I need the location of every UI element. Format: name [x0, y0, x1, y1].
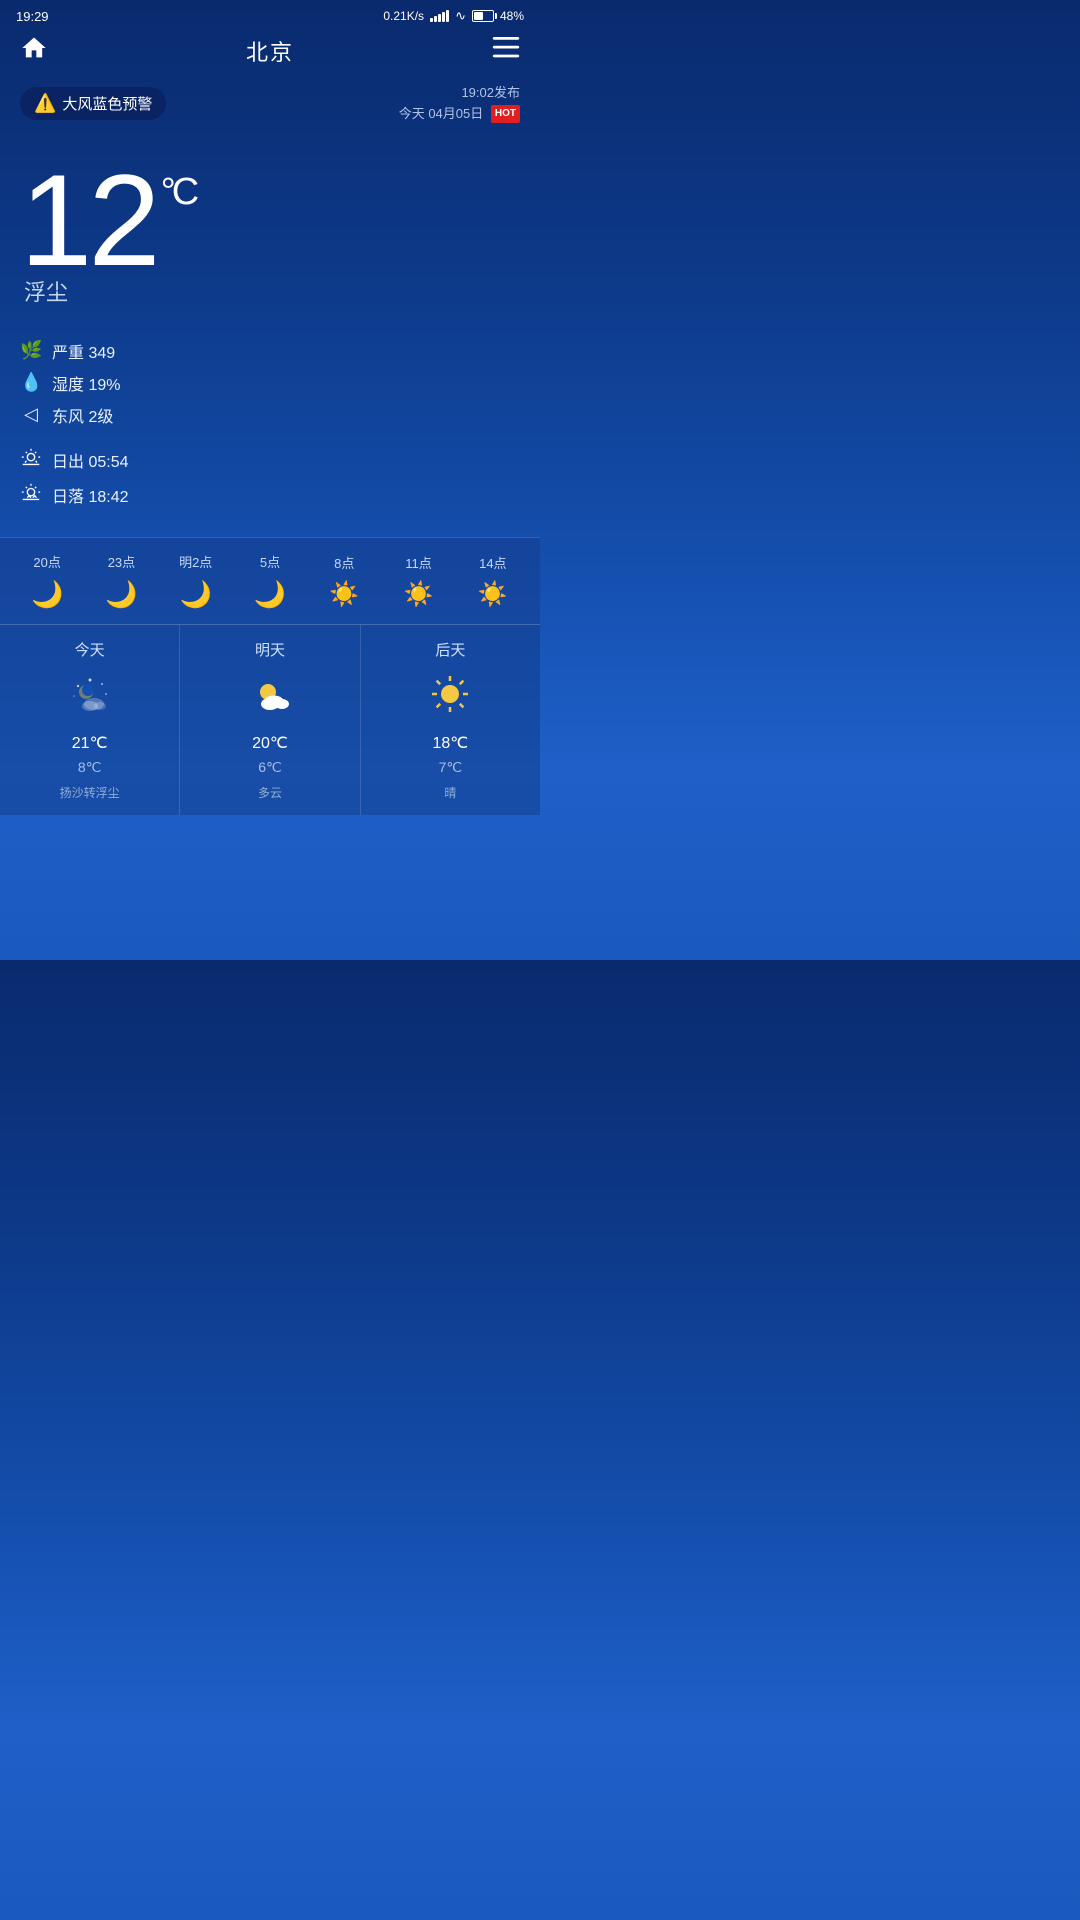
- big-temperature: 12 °C: [20, 155, 520, 285]
- hour-time-4: 8点: [334, 553, 354, 572]
- hour-time-6: 14点: [479, 553, 506, 572]
- aqi-label: 严重 349: [52, 339, 115, 363]
- hour-item-1: 23点 🌙: [91, 552, 151, 610]
- day-desc-aftertomorrow: 晴: [444, 784, 456, 801]
- day-item-aftertomorrow: 后天 18℃ 7℃ 晴: [361, 625, 540, 815]
- city-title: 北京: [246, 35, 294, 67]
- sun-icon-5: ☀️: [404, 580, 434, 609]
- day-icon-tomorrow: [248, 672, 292, 723]
- stats-section: 🌿 严重 349 💧 湿度 19% ◁ 东风 2级 日出 05:54: [0, 333, 540, 537]
- sunset-icon: [20, 482, 42, 509]
- app-header: 北京: [0, 28, 540, 77]
- day-label-aftertomorrow: 后天: [435, 639, 465, 660]
- home-button[interactable]: [20, 34, 48, 67]
- humidity-icon: 💧: [20, 372, 42, 393]
- hour-time-3: 5点: [260, 552, 280, 571]
- status-bar: 19:29 0.21K/s ∿ 48%: [0, 0, 540, 28]
- wind-stat: ◁ 东风 2级: [20, 403, 520, 427]
- daily-section: 今天 21℃ 8℃ 扬沙转浮尘 明天: [0, 624, 540, 815]
- wind-icon: ◁: [20, 404, 42, 425]
- hourly-section: 20点 🌙 23点 🌙 明2点 🌙 5点 🌙 8点 ☀️ 11点 ☀️ 14点 …: [0, 537, 540, 624]
- sunset-stat: 日落 18:42: [20, 482, 520, 509]
- alert-label: 大风蓝色预警: [62, 93, 152, 114]
- leaf-icon: 🌿: [20, 340, 42, 361]
- alert-warning-icon: ⚠️: [34, 93, 56, 114]
- sunrise-label: 日出 05:54: [52, 448, 129, 472]
- temp-value: 12: [20, 155, 157, 285]
- sunrise-icon: [20, 447, 42, 474]
- day-icon-aftertomorrow: [428, 672, 472, 723]
- humidity-label: 湿度 19%: [52, 371, 120, 395]
- day-item-tomorrow: 明天 20℃ 6℃ 多云: [180, 625, 360, 815]
- hot-badge: HOT: [491, 105, 520, 123]
- day-label-tomorrow: 明天: [255, 639, 285, 660]
- humidity-stat: 💧 湿度 19%: [20, 371, 520, 395]
- day-label-today: 今天: [75, 639, 105, 660]
- network-speed: 0.21K/s: [383, 9, 424, 23]
- sun-icon-4: ☀️: [329, 580, 359, 609]
- day-high-today: 21℃: [72, 733, 108, 753]
- publish-date: 今天 04月05日 HOT: [399, 104, 520, 125]
- home-icon: [20, 34, 48, 62]
- temperature-section: 12 °C 浮尘: [0, 135, 540, 333]
- day-high-aftertomorrow: 18℃: [432, 733, 468, 753]
- aqi-stat: 🌿 严重 349: [20, 339, 520, 363]
- moon-icon-3: 🌙: [254, 579, 286, 610]
- wind-label: 东风 2级: [52, 403, 113, 427]
- hour-time-0: 20点: [33, 552, 60, 571]
- status-time: 19:29: [16, 9, 49, 24]
- moon-icon-2: 🌙: [180, 579, 212, 610]
- hour-item-5: 11点 ☀️: [389, 553, 449, 609]
- wifi-icon: ∿: [455, 8, 466, 24]
- day-low-tomorrow: 6℃: [258, 759, 282, 776]
- hour-item-6: 14点 ☀️: [463, 553, 523, 609]
- battery-percent: 48%: [500, 9, 524, 23]
- day-low-today: 8℃: [78, 759, 102, 776]
- day-icon-today: [68, 672, 112, 723]
- hour-item-0: 20点 🌙: [17, 552, 77, 610]
- hour-time-1: 23点: [108, 552, 135, 571]
- hour-time-2: 明2点: [179, 552, 212, 571]
- alert-row: ⚠️ 大风蓝色预警 19:02发布 今天 04月05日 HOT: [0, 77, 540, 131]
- day-item-today: 今天 21℃ 8℃ 扬沙转浮尘: [0, 625, 180, 815]
- moon-icon-1: 🌙: [105, 579, 137, 610]
- hour-item-4: 8点 ☀️: [314, 553, 374, 609]
- menu-icon: [492, 37, 520, 59]
- status-icons: 0.21K/s ∿ 48%: [383, 8, 524, 24]
- alert-info: 19:02发布 今天 04月05日 HOT: [399, 83, 520, 125]
- alert-badge[interactable]: ⚠️ 大风蓝色预警: [20, 87, 166, 120]
- hour-time-5: 11点: [405, 553, 432, 572]
- day-desc-tomorrow: 多云: [258, 784, 282, 801]
- day-low-aftertomorrow: 7℃: [439, 759, 463, 776]
- battery-icon: [472, 10, 494, 22]
- day-high-tomorrow: 20℃: [252, 733, 288, 753]
- day-desc-today: 扬沙转浮尘: [60, 784, 120, 801]
- signal-icon: [430, 10, 449, 22]
- temp-unit: °C: [161, 173, 196, 211]
- sun-icon-6: ☀️: [478, 580, 508, 609]
- hour-item-3: 5点 🌙: [240, 552, 300, 610]
- publish-time: 19:02发布: [399, 83, 520, 104]
- moon-icon-0: 🌙: [31, 579, 63, 610]
- menu-button[interactable]: [492, 37, 520, 64]
- sunrise-stat: 日出 05:54: [20, 447, 520, 474]
- sunset-label: 日落 18:42: [52, 483, 129, 507]
- hour-item-2: 明2点 🌙: [166, 552, 226, 610]
